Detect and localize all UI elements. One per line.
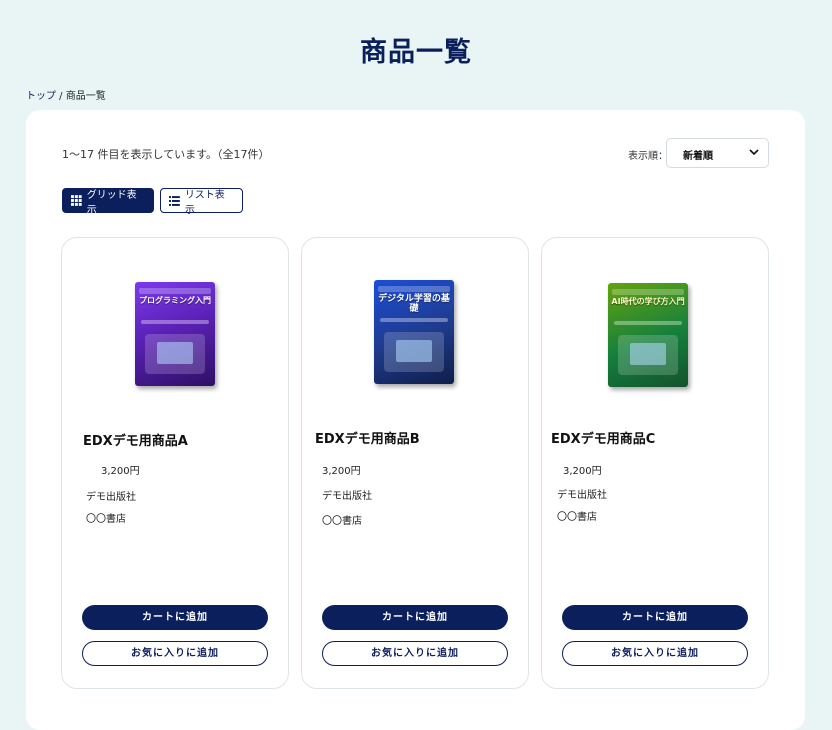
add-to-favorites-button[interactable]: お気に入りに追加 — [82, 641, 268, 666]
grid-view-button[interactable]: グリッド表示 — [62, 188, 154, 216]
sort-select[interactable]: 新着順 — [666, 138, 769, 168]
breadcrumb-current: 商品一覧 — [65, 91, 106, 102]
add-to-favorites-button[interactable]: お気に入りに追加 — [562, 641, 748, 666]
breadcrumb: トップ / 商品一覧 — [26, 87, 106, 102]
add-to-cart-button[interactable]: カートに追加 — [82, 605, 268, 630]
breadcrumb-home-link[interactable]: トップ — [26, 91, 56, 102]
product-publisher: デモ出版社 — [86, 492, 136, 503]
grid-icon — [71, 195, 82, 206]
result-count: 1～17 件目を表示しています。（全17件） — [62, 148, 270, 161]
product-publisher: デモ出版社 — [322, 491, 372, 502]
page-title: 商品一覧 — [360, 37, 472, 68]
product-store: 〇〇書店 — [86, 514, 126, 525]
product-name[interactable]: EDXデモ用商品B — [315, 428, 420, 447]
add-to-favorites-button[interactable]: お気に入りに追加 — [322, 641, 508, 666]
sort-selected-value: 新着順 — [683, 151, 713, 162]
product-store: 〇〇書店 — [557, 512, 597, 523]
cover-title: デジタル学習の基礎 — [378, 294, 450, 315]
product-image[interactable]: AI時代の学び方入門 — [608, 283, 688, 387]
product-image[interactable]: プログラミング入門 — [135, 282, 215, 386]
product-store: 〇〇書店 — [322, 516, 362, 527]
breadcrumb-separator: / — [56, 91, 66, 102]
product-name[interactable]: EDXデモ用商品A — [83, 430, 188, 449]
product-price: 3,200円 — [322, 466, 361, 477]
product-publisher: デモ出版社 — [557, 490, 607, 501]
product-image[interactable]: デジタル学習の基礎 — [374, 280, 454, 384]
sort-label: 表示順： — [628, 151, 668, 162]
list-icon — [169, 195, 180, 206]
cover-title: プログラミング入門 — [139, 296, 211, 305]
product-price: 3,200円 — [101, 466, 140, 477]
list-view-label: リスト表示 — [184, 189, 225, 216]
product-price: 3,200円 — [563, 466, 602, 477]
add-to-cart-button[interactable]: カートに追加 — [322, 605, 508, 630]
add-to-cart-button[interactable]: カートに追加 — [562, 605, 748, 630]
grid-view-label: グリッド表示 — [86, 189, 137, 216]
chevron-down-icon — [749, 149, 759, 156]
product-name[interactable]: EDXデモ用商品C — [551, 428, 655, 447]
cover-title: AI時代の学び方入門 — [611, 297, 685, 306]
list-view-button[interactable]: リスト表示 — [160, 188, 243, 216]
